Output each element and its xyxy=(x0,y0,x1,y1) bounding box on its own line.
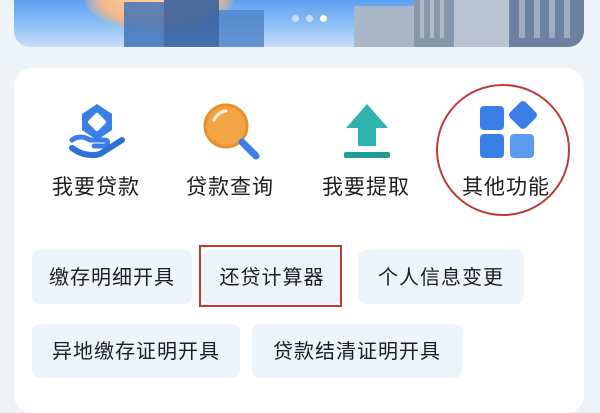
service-loan-settlement-certificate[interactable]: 贷款结清证明开具 xyxy=(252,324,462,378)
highlight-rect-annotation xyxy=(199,245,342,307)
magnifier-icon xyxy=(203,103,260,160)
carousel-dot-active[interactable] xyxy=(320,15,327,22)
carousel-pagination xyxy=(292,15,327,22)
highlight-circle-annotation xyxy=(436,84,570,216)
carousel-dot[interactable] xyxy=(306,15,313,22)
banner-carousel[interactable] xyxy=(14,0,584,47)
carousel-dot[interactable] xyxy=(292,15,299,22)
quick-action-loan-query[interactable]: 贷款查询 xyxy=(160,68,300,228)
quick-action-apply-loan[interactable]: 我要贷款 xyxy=(26,68,166,228)
quick-action-label: 我要贷款 xyxy=(52,175,140,199)
upload-arrow-icon xyxy=(344,104,390,158)
service-remote-deposit-certificate[interactable]: 异地缴存证明开具 xyxy=(32,324,240,378)
quick-action-label: 我要提取 xyxy=(322,175,410,199)
service-deposit-details[interactable]: 缴存明细开具 xyxy=(32,250,192,304)
banner-city-illustration xyxy=(124,0,584,47)
quick-action-withdraw[interactable]: 我要提取 xyxy=(296,68,436,228)
services-card: 我要贷款 贷款查询 我要提取 其他功能 缴存明细开具 还贷计算器 个人信息变更 … xyxy=(14,68,584,413)
loan-hand-icon xyxy=(69,104,125,159)
quick-action-label: 贷款查询 xyxy=(186,175,274,199)
service-personal-info-change[interactable]: 个人信息变更 xyxy=(358,250,524,304)
